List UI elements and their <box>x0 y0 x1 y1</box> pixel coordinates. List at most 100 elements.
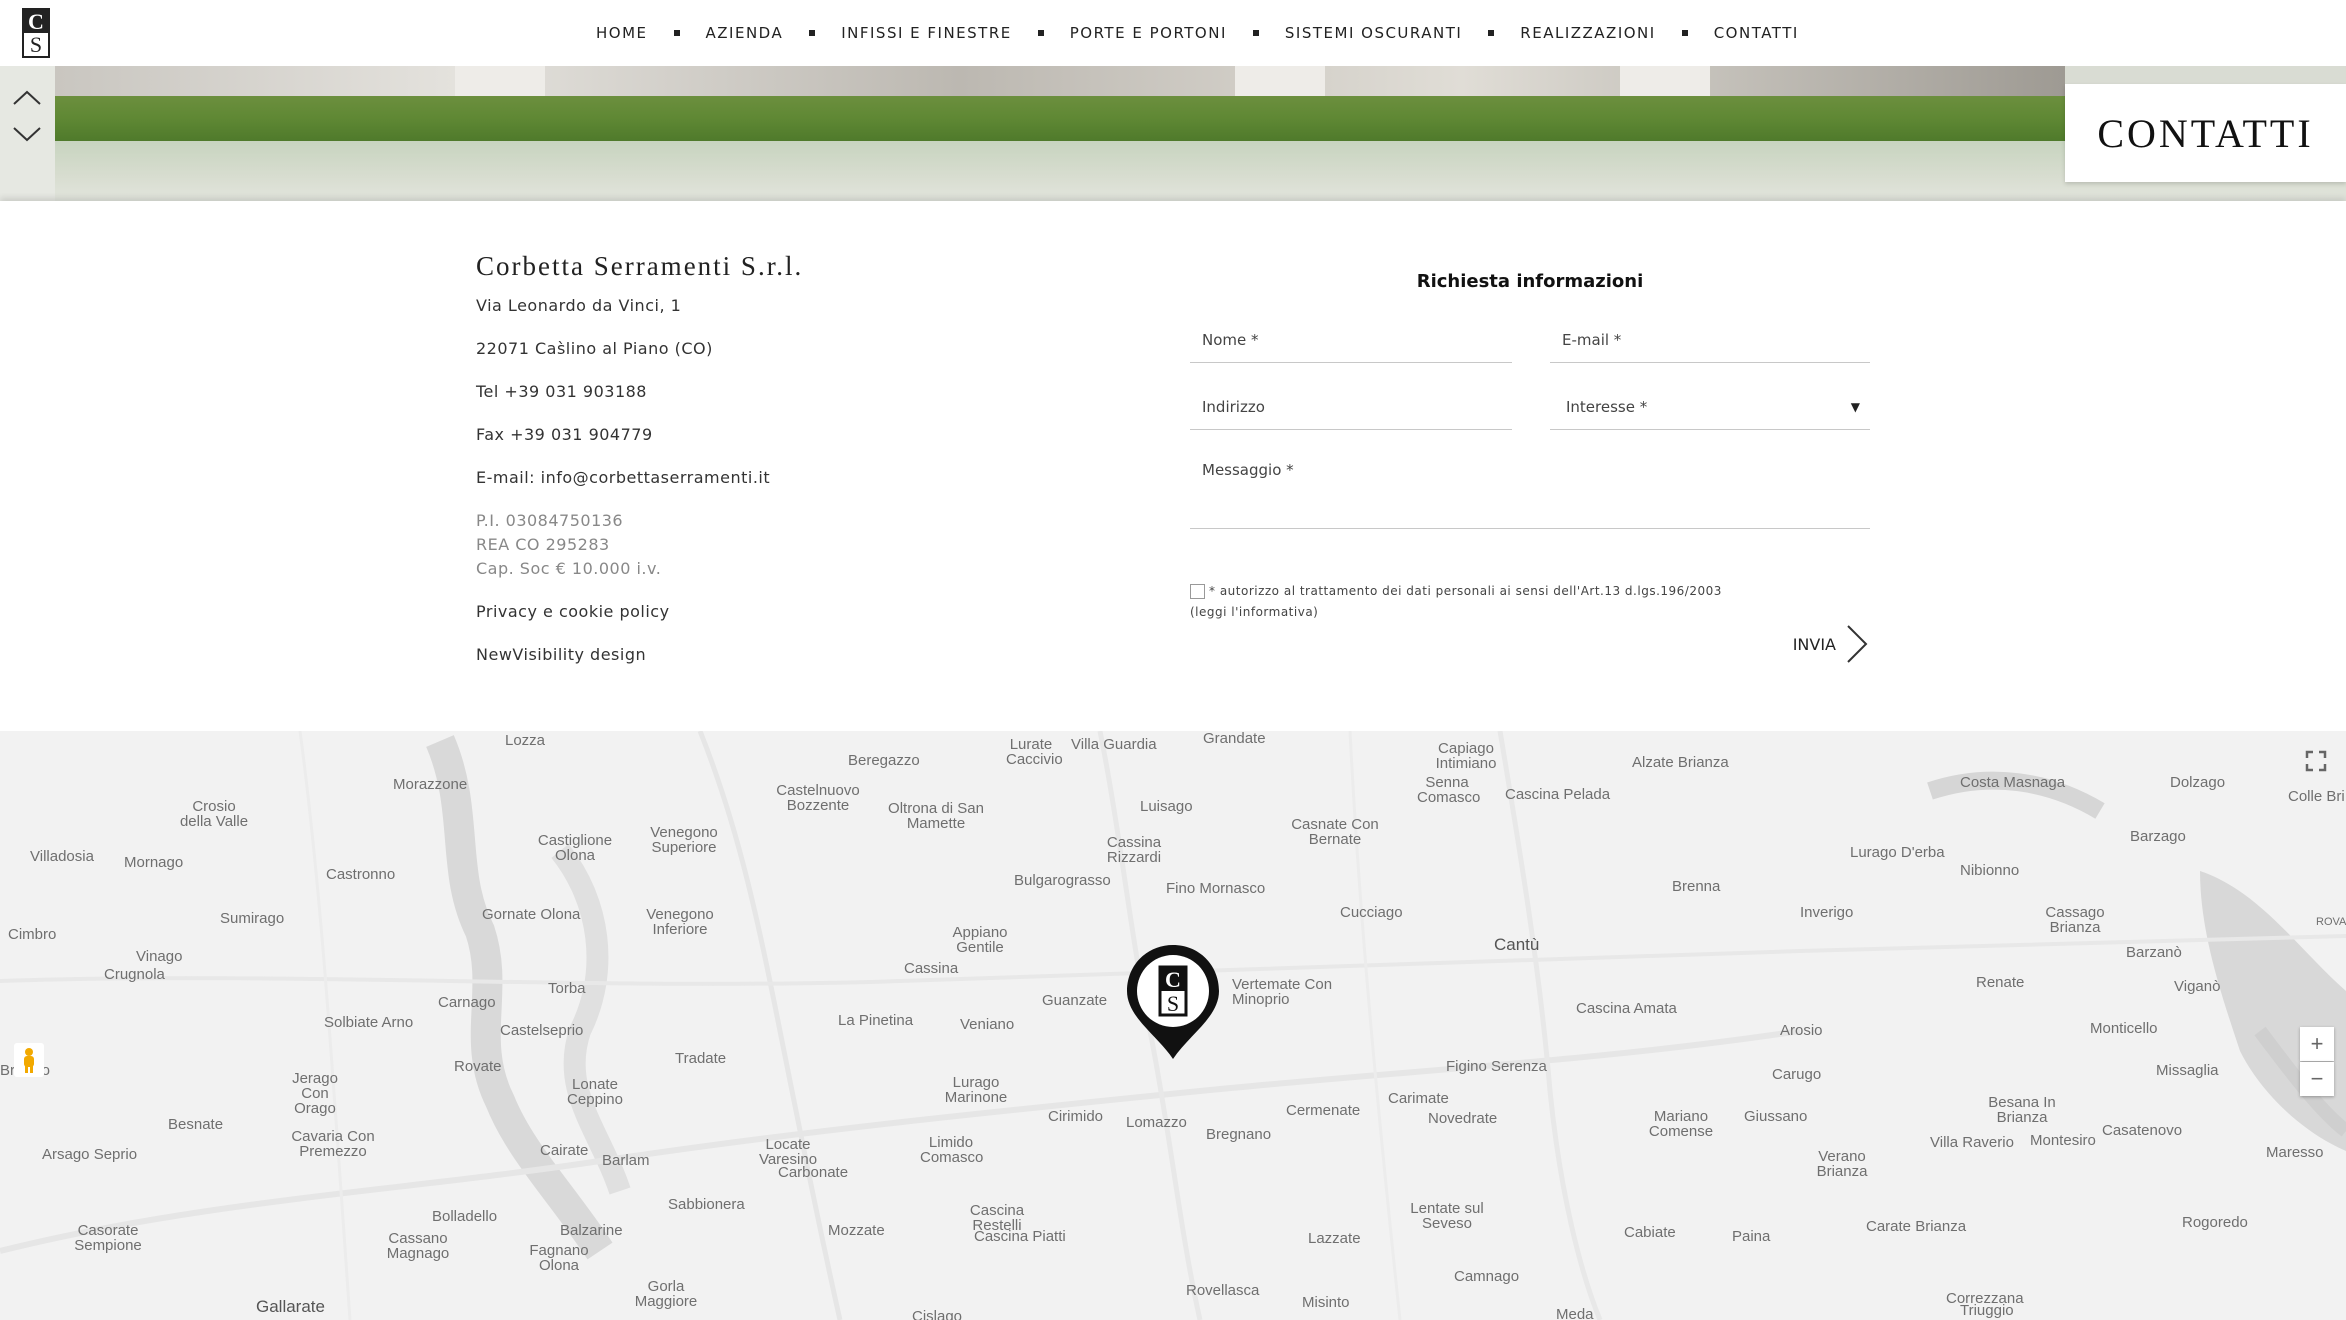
map-label: Crugnola <box>104 966 165 983</box>
map-label: Mornago <box>124 854 184 871</box>
privacy-link[interactable]: Privacy e cookie policy <box>476 600 1036 643</box>
page-title-box: CONTATTI <box>2065 84 2346 182</box>
map-label: Carnago <box>438 994 496 1011</box>
interest-select[interactable]: Interesse * ▼ <box>1550 388 1870 430</box>
zoom-in-button[interactable]: + <box>2300 1027 2334 1061</box>
consent-checkbox[interactable] <box>1190 584 1205 599</box>
company-fax: Fax +39 031 904779 <box>476 425 653 444</box>
map-label: Lozza <box>505 732 546 749</box>
email-placeholder: E-mail * <box>1562 331 1622 349</box>
map-label: Carimate <box>1388 1090 1449 1107</box>
map-label: Castelnuovo Bozzente <box>776 782 860 814</box>
map-label: Carugo <box>1772 1066 1822 1083</box>
nav-porte[interactable]: PORTE E PORTONI <box>1070 24 1227 42</box>
hero-pillar <box>1235 66 1325 96</box>
map-label: Rovate <box>454 1058 502 1075</box>
map-label: Cirimido <box>1048 1108 1104 1125</box>
map-label: Lonate Ceppino <box>567 1076 623 1108</box>
slide-down-icon[interactable] <box>12 122 42 146</box>
map-label: Gorla Maggiore <box>634 1278 698 1310</box>
map-label: Paina <box>1732 1228 1771 1245</box>
informativa-link[interactable]: (leggi l'informativa) <box>1190 604 1870 620</box>
map-label: Figino Serenza <box>1446 1058 1547 1075</box>
nav-azienda[interactable]: AZIENDA <box>706 24 784 42</box>
zoom-out-button[interactable]: − <box>2300 1062 2334 1096</box>
map-label: Monticello <box>2090 1020 2158 1037</box>
map-label: Limido Comasco <box>920 1134 984 1166</box>
map-label: Barlam <box>602 1152 650 1169</box>
map-label: Solbiate Arno <box>324 1014 414 1031</box>
message-field[interactable]: Messaggio * <box>1190 451 1870 529</box>
map-label: Cascina Amata <box>1576 1000 1677 1017</box>
chevron-down-icon: ▼ <box>1850 400 1860 414</box>
name-placeholder: Nome * <box>1202 331 1259 349</box>
company-tel: Tel +39 031 903188 <box>476 382 647 401</box>
email-field[interactable]: E-mail * <box>1550 321 1870 363</box>
map-label: Appiano Gentile <box>952 924 1008 956</box>
message-placeholder: Messaggio * <box>1202 461 1294 479</box>
map-label: Villa Raverio <box>1930 1134 2014 1151</box>
submit-button[interactable]: INVIA <box>1793 623 1870 665</box>
map-label: Lazzate <box>1308 1230 1361 1247</box>
nav-realizzazioni[interactable]: REALIZZAZIONI <box>1520 24 1655 42</box>
map-label: Triuggio <box>1960 1302 2014 1319</box>
location-pin-icon[interactable]: C S <box>1123 943 1223 1063</box>
map-label: Colle Bri <box>2288 788 2345 805</box>
email-prefix: E-mail: <box>476 468 541 487</box>
map-label: Venegono Inferiore <box>646 906 714 938</box>
address-field[interactable]: Indirizzo <box>1190 388 1512 430</box>
hero-banner: CONTATTI <box>0 66 2346 201</box>
svg-text:S: S <box>1167 991 1179 1016</box>
fullscreen-icon[interactable] <box>2296 741 2336 781</box>
form-title: Richiesta informazioni <box>1416 271 1644 292</box>
page-title: CONTATTI <box>2097 110 2314 156</box>
map-label: Cascina Pelada <box>1505 786 1611 803</box>
nav-home[interactable]: HOME <box>596 24 648 42</box>
map-label-text: Vertemate Con Minoprio <box>1232 976 1333 1008</box>
nav-separator <box>1681 30 1688 36</box>
slide-up-icon[interactable] <box>12 86 42 110</box>
name-field[interactable]: Nome * <box>1190 321 1512 363</box>
map-label: Montesiro <box>2030 1132 2096 1149</box>
nav-contatti[interactable]: CONTATTI <box>1714 24 1799 42</box>
nav-separator <box>1037 30 1044 36</box>
consent-text: * autorizzo al trattamento dei dati pers… <box>1209 584 1722 598</box>
map-label: Alzate Brianza <box>1632 754 1729 771</box>
map-label: Cascina Piatti <box>974 1228 1066 1245</box>
map-label: Mariano Comense <box>1648 1108 1714 1140</box>
company-logo[interactable]: C S <box>22 8 50 58</box>
map-label: Arosio <box>1780 1022 1823 1039</box>
map-label: Sumirago <box>220 910 285 927</box>
map-label: Torba <box>548 980 586 997</box>
map-label: Villadosia <box>30 848 94 865</box>
map-label: Jerago Con Orago <box>292 1070 338 1117</box>
map-label: Fino Mornasco <box>1166 880 1266 897</box>
map-label: Barzanò <box>2126 944 2182 961</box>
map-label: Casatenovo <box>2102 1122 2183 1139</box>
email-link[interactable]: info@corbettaserramenti.it <box>541 468 770 487</box>
map-label: Rovellasca <box>1186 1282 1260 1299</box>
map-label: Brenna <box>1672 878 1721 895</box>
google-map[interactable]: Lozza Beregazzo Lurate Caccivio Villa Gu… <box>0 731 2346 1320</box>
street-view-pegman-icon[interactable] <box>14 1043 44 1077</box>
map-label: Castelseprio <box>500 1022 584 1039</box>
map-label: Meda <box>1556 1306 1594 1320</box>
map-label: Tradate <box>675 1050 727 1067</box>
company-email-line: E-mail: info@corbettaserramenti.it <box>476 466 1036 509</box>
hero-grass <box>55 96 2065 141</box>
map-label: Beregazzo <box>848 752 920 769</box>
main-nav: HOME AZIENDA INFISSI E FINESTRE PORTE E … <box>596 0 1799 66</box>
map-label: Castronno <box>326 866 396 883</box>
map-label: Lentate sul Seveso <box>1410 1200 1484 1232</box>
map-label: Cislago <box>912 1308 963 1320</box>
credit-link[interactable]: NewVisibility design <box>476 643 1036 686</box>
map-label: Rogoredo <box>2182 1214 2248 1231</box>
map-label: Besana In Brianza <box>1988 1094 2056 1126</box>
map-label: Lurago Marinone <box>944 1074 1008 1106</box>
map-label: Carbonate <box>778 1164 849 1181</box>
map-label: Arsago Seprio <box>42 1146 138 1163</box>
company-city: 22071 Cas̀lino al Piano (CO) <box>476 339 713 358</box>
chevron-right-icon <box>1847 625 1868 663</box>
nav-infissi[interactable]: INFISSI E FINESTRE <box>841 24 1012 42</box>
nav-sistemi[interactable]: SISTEMI OSCURANTI <box>1285 24 1462 42</box>
